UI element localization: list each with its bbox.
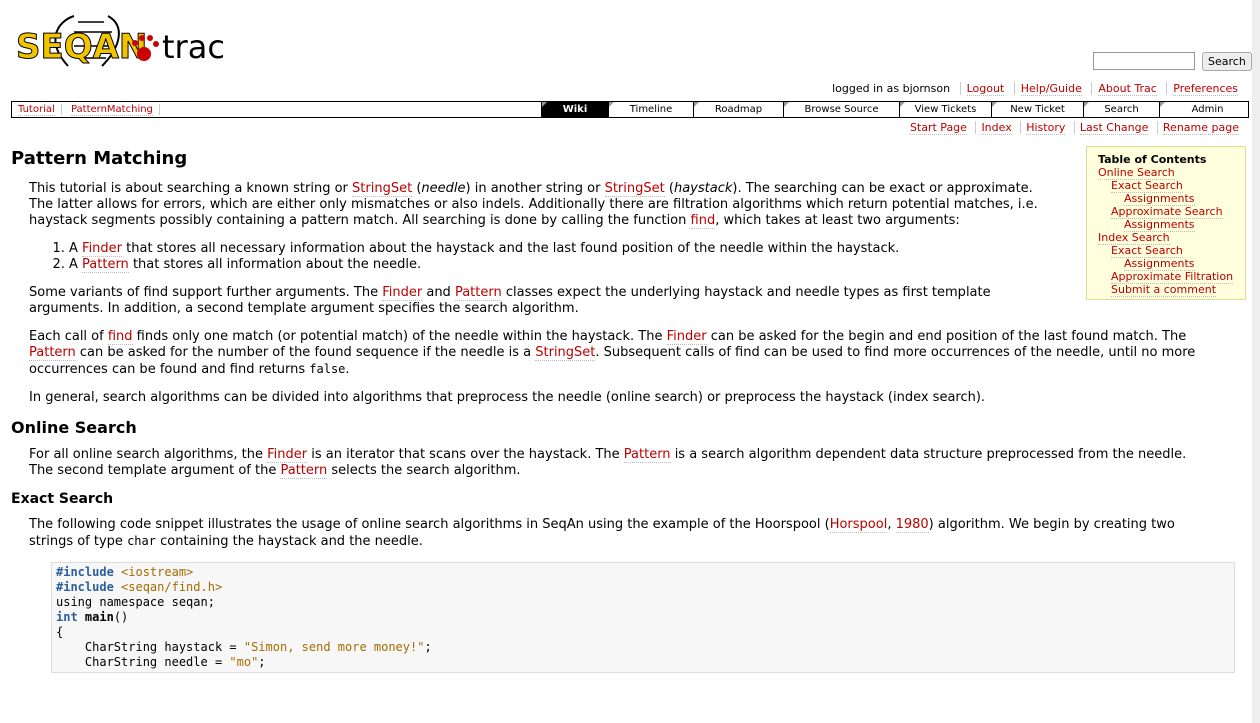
last-change-link[interactable]: Last Change [1079, 121, 1149, 135]
preferences-link[interactable]: Preferences [1173, 82, 1238, 96]
page-title: Pattern Matching [11, 148, 188, 169]
seqan-trac-logo[interactable]: SEQAN trac [16, 12, 226, 70]
list-item: A Finder that stores all necessary infor… [69, 241, 1247, 257]
about-trac-link[interactable]: About Trac [1098, 82, 1157, 96]
wiki-content: Pattern Matching This tutorial is about … [11, 140, 1247, 673]
finder-link[interactable]: Finder [382, 285, 423, 301]
intro-paragraph: This tutorial is about searching a known… [29, 181, 1038, 229]
pattern-link[interactable]: Pattern [29, 345, 76, 361]
history-link[interactable]: History [1026, 121, 1066, 135]
tab-admin[interactable]: Admin [1159, 102, 1255, 117]
find-link[interactable]: find [690, 213, 716, 229]
arguments-list: A Finder that stores all necessary infor… [29, 241, 1247, 273]
paragraph: The following code snippet illustrates t… [29, 517, 1175, 549]
tab-roadmap[interactable]: Roadmap [693, 102, 783, 117]
year-citation-link[interactable]: 1980 [895, 517, 929, 533]
paragraph: In general, search algorithms can be div… [29, 390, 986, 405]
section-heading-exact-search: Exact Search [11, 491, 114, 507]
navigation-bar: Tutorial PatternMatching Wiki Timeline R… [11, 101, 1249, 118]
list-item: A Pattern that stores all information ab… [69, 257, 1247, 273]
scrollbar[interactable] [1252, 0, 1260, 723]
tab-wiki[interactable]: Wiki [541, 102, 608, 117]
pattern-link[interactable]: Pattern [623, 447, 671, 463]
paragraph: Some variants of find support further ar… [29, 285, 991, 316]
search-input[interactable] [1093, 52, 1195, 70]
svg-text:SEQAN: SEQAN [16, 27, 147, 67]
start-page-link[interactable]: Start Page [909, 121, 967, 135]
pattern-link[interactable]: Pattern [82, 257, 129, 273]
horspool-citation-link[interactable]: Horspool [829, 517, 888, 533]
main-navigation: Wiki Timeline Roadmap Browse Source View… [541, 102, 1255, 117]
paragraph: Each call of find finds only one match (… [29, 329, 1196, 377]
tab-timeline[interactable]: Timeline [608, 102, 693, 117]
breadcrumb-tutorial[interactable]: Tutorial [18, 104, 55, 116]
pattern-link[interactable]: Pattern [280, 463, 328, 479]
banner: SEQAN trac Search logged in as bjornson … [0, 0, 1260, 100]
help-guide-link[interactable]: Help/Guide [1020, 82, 1082, 96]
finder-link[interactable]: Finder [666, 329, 707, 345]
finder-link[interactable]: Finder [267, 447, 308, 463]
find-link[interactable]: find [107, 329, 133, 345]
breadcrumb: Tutorial PatternMatching [12, 102, 160, 117]
context-navigation: Start Page Index History Last Change Ren… [905, 121, 1244, 135]
stringset-link[interactable]: StringSet [535, 345, 596, 361]
pattern-link[interactable]: Pattern [454, 285, 502, 301]
paragraph: For all online search algorithms, the Fi… [29, 447, 1187, 479]
section-heading-online-search: Online Search [11, 418, 137, 437]
tab-search[interactable]: Search [1083, 102, 1159, 117]
breadcrumb-patternmatching[interactable]: PatternMatching [70, 104, 153, 116]
search-button[interactable]: Search [1202, 52, 1252, 71]
finder-link[interactable]: Finder [82, 241, 123, 257]
stringset-link[interactable]: StringSet [352, 181, 413, 197]
tab-new-ticket[interactable]: New Ticket [991, 102, 1083, 117]
svg-text:trac: trac [162, 28, 225, 66]
logout-link[interactable]: Logout [966, 82, 1005, 96]
tab-browse-source[interactable]: Browse Source [783, 102, 899, 117]
code-snippet: #include <iostream> #include <seqan/find.… [51, 562, 1235, 673]
logged-in-user: logged in as bjornson [832, 82, 951, 95]
meta-navigation: logged in as bjornson Logout Help/Guide … [826, 82, 1244, 96]
index-link[interactable]: Index [981, 121, 1012, 135]
rename-page-link[interactable]: Rename page [1162, 121, 1239, 135]
stringset-link[interactable]: StringSet [604, 181, 665, 197]
tab-view-tickets[interactable]: View Tickets [899, 102, 991, 117]
